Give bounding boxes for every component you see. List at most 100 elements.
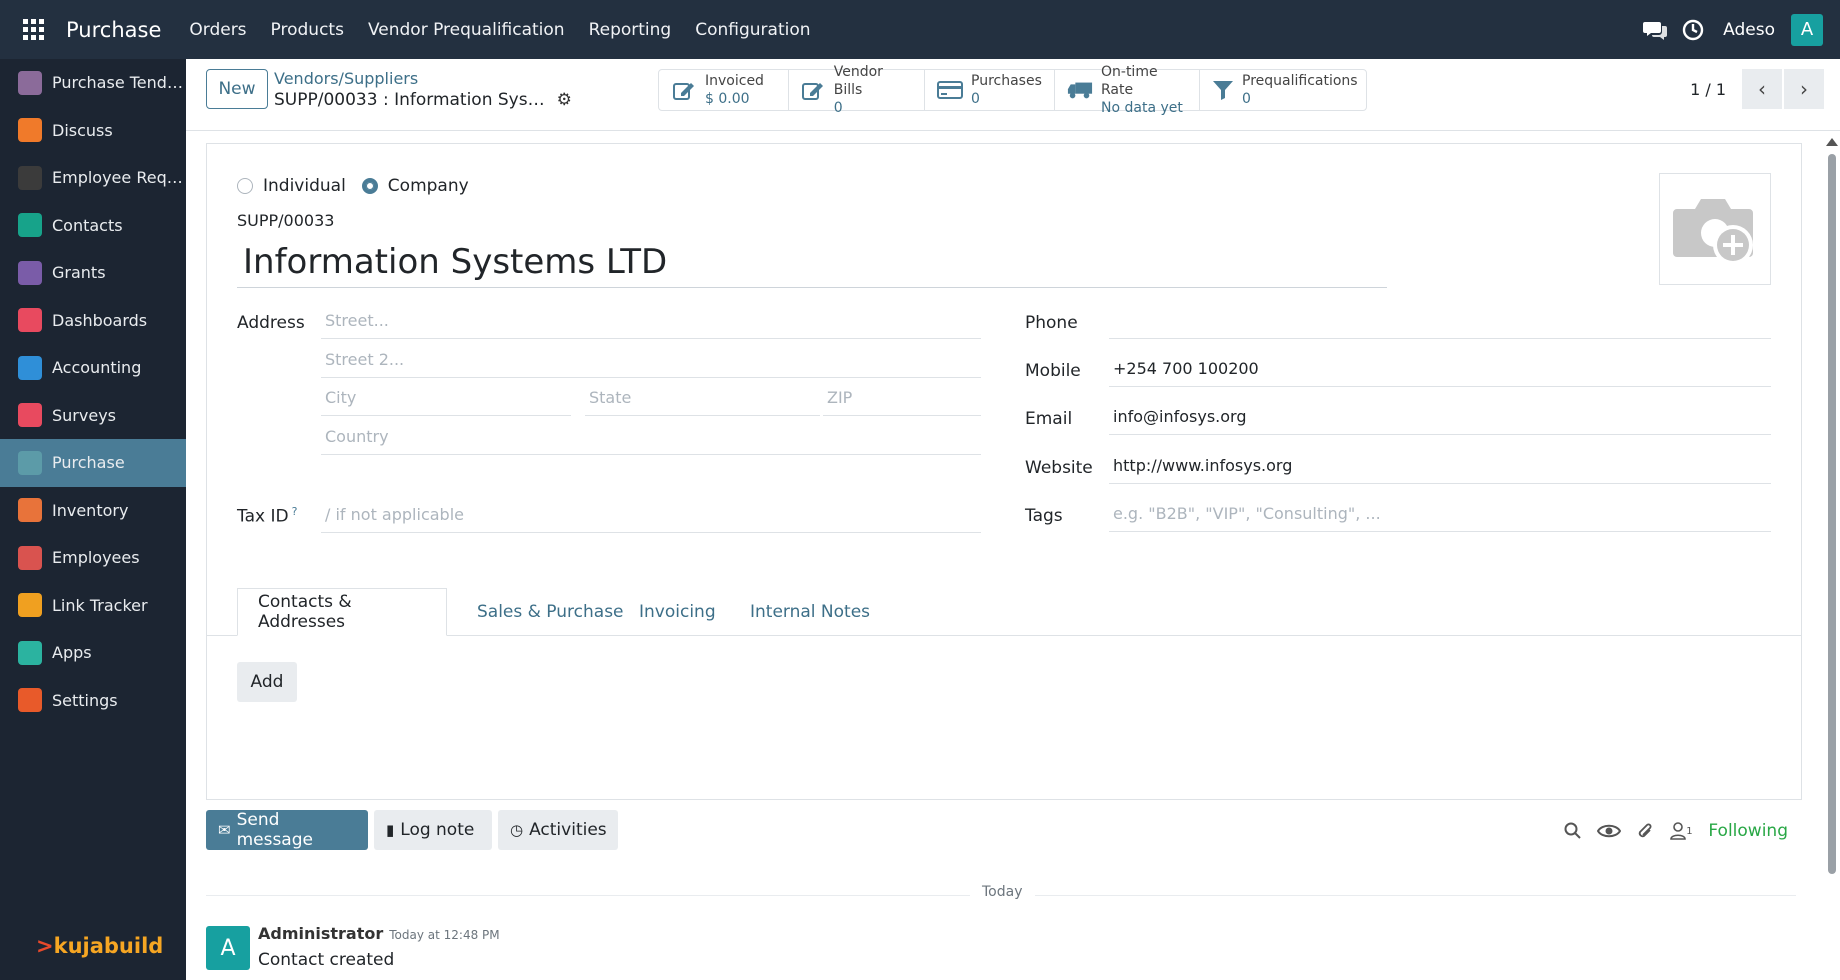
sidebar-item-employees[interactable]: Employees <box>0 534 186 582</box>
pager-next-button[interactable]: › <box>1784 69 1824 109</box>
activities-button[interactable]: ◷ Activities <box>498 810 618 850</box>
mobile-input[interactable]: +254 700 100200 <box>1109 349 1771 387</box>
street2-input[interactable]: Street 2... <box>321 340 981 378</box>
sidebar-item-label: Grants <box>52 263 106 283</box>
new-button[interactable]: New <box>206 69 268 109</box>
kujabuild-logo: >kujabuild <box>36 934 164 958</box>
street-input[interactable]: Street... <box>321 301 981 339</box>
sidebar-item-discuss[interactable]: Discuss <box>0 107 186 155</box>
tab-sales-purchase[interactable]: Sales & Purchase <box>457 588 644 636</box>
menu-orders[interactable]: Orders <box>189 20 246 40</box>
radio-company[interactable] <box>361 178 378 194</box>
taxid-input[interactable]: / if not applicable <box>321 495 981 533</box>
apps-icon <box>18 640 42 665</box>
state-input[interactable]: State <box>585 378 820 416</box>
followers-button[interactable]: 1 <box>1668 818 1694 844</box>
help-tooltip-icon[interactable]: ? <box>292 505 298 518</box>
purchase-icon <box>18 450 42 475</box>
tab-contacts-addresses[interactable]: Contacts & Addresses <box>237 588 447 636</box>
scrollbar[interactable] <box>1826 138 1838 886</box>
settings-icon <box>18 688 42 713</box>
pager-previous-button[interactable]: ‹ <box>1742 69 1782 109</box>
envelope-icon: ✉ <box>218 821 231 839</box>
sticky-note-icon: ▮ <box>386 821 395 839</box>
search-icon[interactable] <box>1560 818 1586 844</box>
invoiced-value: $ 0.00 <box>705 91 750 107</box>
radio-individual-label[interactable]: Individual <box>263 176 346 196</box>
clock-icon[interactable] <box>1679 16 1707 44</box>
sidebar-item-label: Inventory <box>52 500 129 520</box>
purchases-value: 0 <box>971 91 980 107</box>
zip-input[interactable]: ZIP <box>823 378 981 416</box>
sidebar-item-label: Dashboards <box>52 310 148 330</box>
breadcrumb-current: SUPP/00033 : Information Sys… <box>274 90 545 110</box>
website-input[interactable]: http://www.infosys.org <box>1109 446 1771 484</box>
address-label: Address <box>237 313 305 333</box>
vendor-bills-stat-button[interactable]: Vendor Bills 0 <box>789 64 925 116</box>
link-tracker-icon <box>18 593 42 618</box>
purchases-stat-button[interactable]: Purchases 0 <box>925 70 1055 110</box>
tags-input[interactable]: e.g. "B2B", "VIP", "Consulting", ... <box>1109 494 1771 532</box>
image-upload[interactable] <box>1659 173 1771 285</box>
sidebar-item-label: Settings <box>52 690 118 710</box>
menu-vendor-prequalification[interactable]: Vendor Prequalification <box>368 20 565 40</box>
email-label: Email <box>1025 409 1073 429</box>
sidebar-item-link-tracker[interactable]: Link Tracker <box>0 582 186 630</box>
radio-individual[interactable] <box>237 178 253 194</box>
sidebar-item-purchase[interactable]: Purchase <box>0 439 186 487</box>
following-button[interactable]: Following <box>1708 821 1788 841</box>
city-input[interactable]: City <box>321 378 571 416</box>
email-input[interactable]: info@infosys.org <box>1109 397 1771 435</box>
radio-company-label[interactable]: Company <box>388 176 469 196</box>
user-avatar[interactable]: A <box>1791 13 1823 46</box>
truck-icon <box>1067 77 1093 103</box>
menu-configuration[interactable]: Configuration <box>695 20 810 40</box>
ontime-rate-stat-button[interactable]: On-time Rate No data yet <box>1055 64 1200 116</box>
gear-icon[interactable]: ⚙ <box>557 90 572 110</box>
user-name[interactable]: Adeso <box>1723 20 1775 40</box>
sidebar-item-apps[interactable]: Apps <box>0 629 186 677</box>
prequalifications-stat-button[interactable]: Prequalifications 0 <box>1200 70 1366 110</box>
sidebar-item-inventory[interactable]: Inventory <box>0 487 186 535</box>
sidebar-item-accounting[interactable]: Accounting <box>0 344 186 392</box>
company-name-input[interactable]: Information Systems LTD <box>237 242 1387 288</box>
scroll-up-arrow-icon[interactable] <box>1826 138 1838 146</box>
invoiced-stat-button[interactable]: Invoiced $ 0.00 <box>659 70 789 110</box>
menu-reporting[interactable]: Reporting <box>589 20 672 40</box>
chevron-left-icon: ‹ <box>1758 77 1766 101</box>
chat-bubbles-icon[interactable] <box>1641 16 1669 44</box>
message-author-name[interactable]: Administrator <box>258 924 383 943</box>
tab-invoicing[interactable]: Invoicing <box>619 588 736 636</box>
company-type-radio: Individual Company <box>237 176 469 196</box>
send-message-label: Send message <box>236 810 313 850</box>
tags-label: Tags <box>1025 506 1063 526</box>
top-navbar: Purchase Orders Products Vendor Prequali… <box>0 0 1840 59</box>
phone-input[interactable] <box>1109 301 1771 339</box>
breadcrumb-vendors-link[interactable]: Vendors/Suppliers <box>274 69 572 88</box>
log-note-button[interactable]: ▮ Log note <box>374 810 492 850</box>
date-divider-label: Today <box>970 884 1035 900</box>
accounting-icon <box>18 355 42 380</box>
sidebar-item-contacts[interactable]: Contacts <box>0 202 186 250</box>
pager-value[interactable]: 1 / 1 <box>1690 80 1726 99</box>
scrollbar-thumb[interactable] <box>1828 154 1836 874</box>
tab-internal-notes[interactable]: Internal Notes <box>730 588 890 636</box>
sidebar-item-label: Employee Req… <box>52 168 183 188</box>
sidebar-item-settings[interactable]: Settings <box>0 677 186 725</box>
sidebar-item-label: Surveys <box>52 405 116 425</box>
eye-icon[interactable] <box>1596 818 1622 844</box>
message-body: Contact created <box>258 950 395 970</box>
add-contact-button[interactable]: Add <box>237 662 297 702</box>
sidebar-item-purchase-tender[interactable]: Purchase Tend… <box>0 59 186 107</box>
menu-products[interactable]: Products <box>271 20 344 40</box>
sidebar-item-employee-request[interactable]: Employee Req… <box>0 154 186 202</box>
sidebar-item-surveys[interactable]: Surveys <box>0 392 186 440</box>
apps-menu-icon[interactable] <box>0 0 66 59</box>
sidebar-item-dashboards[interactable]: Dashboards <box>0 297 186 345</box>
sidebar-item-grants[interactable]: Grants <box>0 249 186 297</box>
paperclip-icon[interactable] <box>1632 818 1658 844</box>
country-input[interactable]: Country <box>321 417 981 455</box>
message-author-avatar[interactable]: A <box>206 926 250 970</box>
app-brand[interactable]: Purchase <box>66 18 161 42</box>
send-message-button[interactable]: ✉ Send message <box>206 810 368 850</box>
